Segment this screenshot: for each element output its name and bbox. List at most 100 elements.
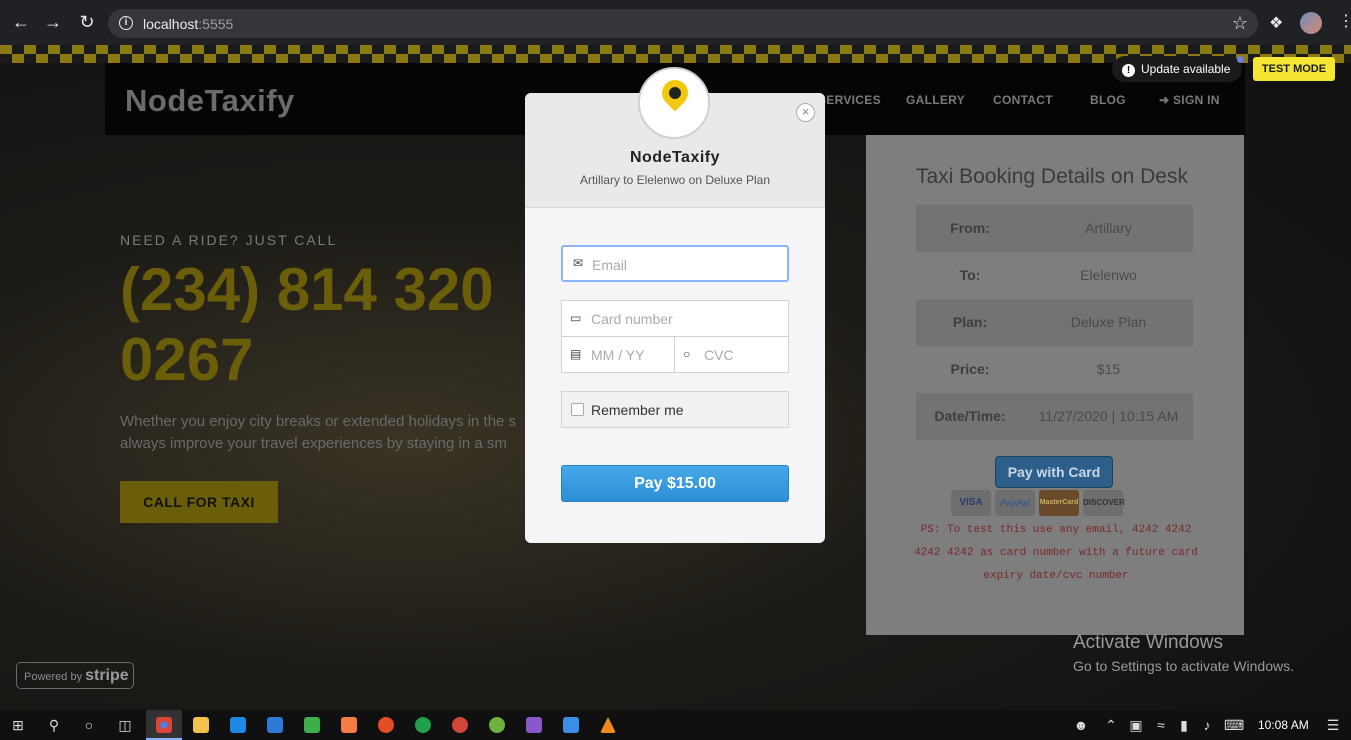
file-explorer-icon[interactable]: [193, 717, 209, 733]
booking-label: To:: [959, 267, 981, 283]
email-field[interactable]: ✉ Email: [561, 245, 789, 282]
app-icon[interactable]: [563, 717, 579, 733]
store-icon[interactable]: [230, 717, 246, 733]
url-text: localhost:5555: [143, 16, 234, 32]
keyboard-icon[interactable]: ⌨: [1224, 716, 1244, 734]
modal-subtitle: Artillary to Elelenwo on Deluxe Plan: [579, 173, 771, 187]
site-info-icon[interactable]: i: [119, 16, 133, 30]
nav-services[interactable]: SERVICES: [818, 93, 881, 107]
search-icon[interactable]: ⚲: [45, 716, 63, 734]
powered-by-stripe[interactable]: Powered by stripe: [16, 662, 134, 689]
envelope-icon: ✉: [572, 256, 584, 270]
cortana-icon[interactable]: ○: [80, 716, 98, 734]
remember-me-checkbox[interactable]: [571, 403, 584, 416]
app-icon[interactable]: [415, 717, 431, 733]
booking-row: To: Elelenwo: [916, 252, 1193, 299]
booking-value: 11/27/2020 | 10:15 AM: [1038, 408, 1179, 424]
booking-label: Date/Time:: [934, 408, 1006, 424]
email-placeholder: Email: [592, 257, 628, 273]
chrome-icon[interactable]: [156, 717, 172, 733]
taskbar-clock[interactable]: 10:08 AM: [1258, 718, 1309, 732]
nav-blog[interactable]: BLOG: [1090, 93, 1126, 107]
map-pin-icon: [656, 74, 694, 112]
extensions-icon[interactable]: ❖: [1269, 13, 1283, 33]
pay-button[interactable]: Pay $15.00: [561, 465, 789, 502]
back-icon[interactable]: ←: [11, 12, 31, 32]
vscode-icon[interactable]: [267, 717, 283, 733]
booking-value: $15: [1096, 361, 1121, 377]
checkout-modal: × NodeTaxify Artillary to Elelenwo on De…: [525, 93, 825, 543]
windows-start-icon[interactable]: ⊞: [9, 716, 27, 734]
hero-text: Whether you enjoy city breaks or extende…: [120, 411, 530, 455]
test-mode-badge: TEST MODE: [1253, 57, 1335, 81]
browser-menu-icon[interactable]: ⋮: [1338, 11, 1351, 31]
sign-in-icon: ➜: [1159, 93, 1170, 107]
expiry-placeholder: MM / YY: [591, 347, 645, 363]
cvc-field[interactable]: ○ CVC: [675, 337, 788, 372]
stripe-wordmark: stripe: [85, 667, 129, 684]
update-available-pill[interactable]: ! Update available: [1112, 56, 1242, 82]
booking-row: Plan: Deluxe Plan: [916, 299, 1193, 346]
nav-sign-in-label: SIGN IN: [1173, 93, 1220, 107]
nav-contact[interactable]: CONTACT: [993, 93, 1053, 107]
reload-icon[interactable]: ↻: [77, 12, 97, 32]
notification-center-icon[interactable]: ☰: [1324, 716, 1342, 734]
booking-label: Price:: [950, 361, 990, 377]
xampp-icon[interactable]: [341, 717, 357, 733]
alert-icon: !: [1122, 64, 1135, 77]
test-note: PS: To test this use any email, 4242 424…: [914, 524, 1198, 582]
remember-me-row[interactable]: Remember me: [561, 391, 789, 428]
app-icon[interactable]: [452, 717, 468, 733]
powered-by-label: Powered by: [24, 671, 83, 683]
credit-card-icon: ▭: [570, 311, 582, 325]
expiry-field[interactable]: ▤ MM / YY: [562, 337, 675, 372]
booking-details-card: Taxi Booking Details on Desk From: Artil…: [866, 135, 1244, 635]
activate-windows-subtitle: Go to Settings to activate Windows.: [1073, 658, 1294, 674]
card-number-field[interactable]: ▭ Card number: [562, 301, 788, 337]
notification-dot: [1237, 56, 1244, 63]
tray-icon[interactable]: ▣: [1127, 716, 1145, 734]
address-bar[interactable]: i localhost:5555 ☆: [108, 9, 1258, 38]
activate-windows-title: Activate Windows: [1073, 632, 1223, 653]
chevron-up-icon[interactable]: ⌃: [1102, 716, 1120, 734]
mastercard-icon: MasterCard: [1039, 490, 1079, 516]
modal-title: NodeTaxify: [629, 149, 721, 166]
call-for-taxi-button[interactable]: CALL FOR TAXI: [120, 481, 278, 523]
booking-label: Plan:: [952, 314, 988, 330]
card-details-group: ▭ Card number ▤ MM / YY ○ CVC: [561, 300, 789, 373]
hero-kicker: NEED A RIDE? JUST CALL: [120, 232, 338, 248]
visual-studio-icon[interactable]: [526, 717, 542, 733]
site-logo[interactable]: NodeTaxify: [125, 83, 295, 119]
bookmark-star-icon[interactable]: ☆: [1232, 13, 1248, 34]
hero-text-line: always improve your travel experiences b…: [120, 435, 507, 452]
booking-title: Taxi Booking Details on Desk: [916, 165, 1188, 188]
task-view-icon[interactable]: ◫: [116, 716, 134, 734]
booking-row: Date/Time: 11/27/2020 | 10:15 AM: [916, 393, 1193, 440]
booking-label: From:: [950, 220, 990, 236]
page-content: NodeTaxify SERVICES GALLERY CONTACT BLOG…: [0, 45, 1351, 710]
lock-icon: ○: [683, 347, 691, 361]
volume-icon[interactable]: ♪: [1198, 716, 1216, 734]
hero-text-line: Whether you enjoy city breaks or extende…: [120, 413, 517, 430]
app-icon[interactable]: [304, 717, 320, 733]
wifi-icon[interactable]: ≈: [1152, 716, 1170, 734]
forward-icon[interactable]: →: [43, 12, 63, 32]
torrent-icon[interactable]: [489, 717, 505, 733]
profile-avatar[interactable]: [1300, 12, 1322, 34]
booking-row: From: Artillary: [916, 205, 1193, 252]
people-icon[interactable]: ☻: [1072, 716, 1090, 734]
nav-sign-in[interactable]: ➜ SIGN IN: [1159, 93, 1220, 107]
calendar-icon: ▤: [570, 347, 582, 361]
nav-gallery[interactable]: GALLERY: [906, 93, 965, 107]
remember-me-label: Remember me: [591, 402, 684, 418]
hero-phone: (234) 814 320 0267: [120, 256, 494, 393]
taxi-pin-logo: [638, 67, 710, 139]
paypal-icon: PayPal: [995, 490, 1035, 516]
booking-value: Artillary: [1085, 220, 1132, 236]
battery-icon[interactable]: ▮: [1175, 716, 1193, 734]
close-icon[interactable]: ×: [796, 103, 815, 122]
vlc-icon[interactable]: [600, 717, 616, 733]
app-icon[interactable]: [378, 717, 394, 733]
booking-value: Deluxe Plan: [1070, 314, 1147, 330]
pay-with-card-button[interactable]: Pay with Card: [995, 456, 1113, 488]
